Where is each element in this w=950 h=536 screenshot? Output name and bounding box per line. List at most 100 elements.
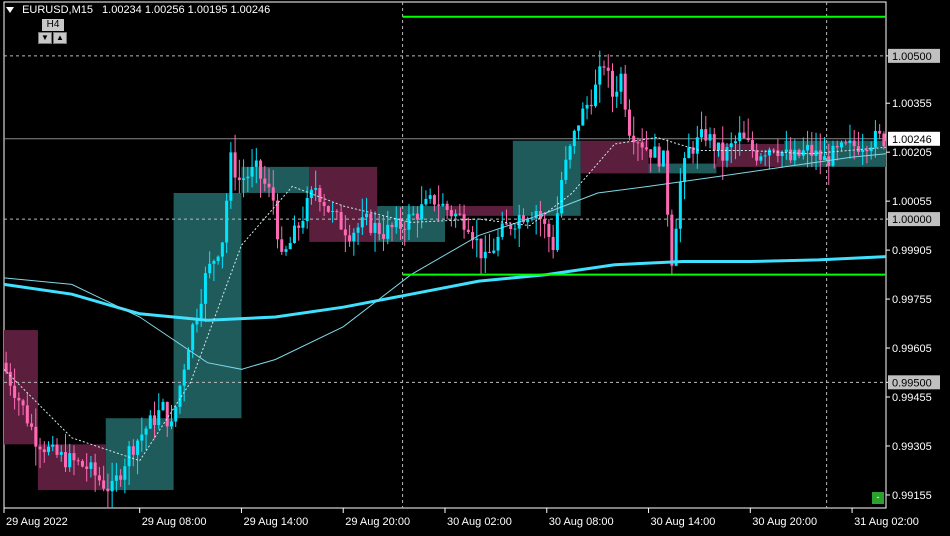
candle-body: [30, 423, 34, 427]
candle-body: [199, 303, 203, 319]
candle-body: [504, 223, 508, 225]
candle-body: [382, 234, 386, 239]
candle-body: [17, 397, 21, 401]
candle-body: [594, 84, 598, 107]
candle-body: [390, 224, 394, 228]
candle-body: [666, 150, 670, 215]
chart-canvas[interactable]: 1.00355 1.00205 1.00055 0.99905 0.99755 0.996…: [0, 0, 950, 531]
price-tick-label: 0.99755: [892, 294, 932, 306]
candle-body: [331, 211, 335, 213]
candle-body: [161, 401, 165, 411]
candle-body: [856, 146, 860, 152]
timeframe-up-button[interactable]: ▲: [53, 32, 67, 44]
candle-body: [377, 222, 381, 235]
candle-body: [844, 142, 848, 144]
candle-body: [695, 137, 699, 154]
candle-body: [674, 228, 678, 266]
candle-body: [203, 273, 207, 304]
candle-body: [191, 324, 195, 351]
candle-body: [174, 406, 178, 422]
candle-body: [551, 236, 555, 250]
candle-body: [729, 143, 733, 148]
candle-body: [220, 242, 224, 257]
candle-body: [386, 224, 390, 239]
candle-body: [157, 410, 161, 425]
chevron-down-icon[interactable]: [6, 7, 14, 14]
candle-body: [572, 130, 576, 147]
candle-body: [437, 204, 441, 206]
candle-body: [59, 452, 63, 455]
candle-body: [309, 189, 313, 199]
candle-body: [738, 132, 742, 142]
candle-body: [763, 155, 767, 157]
price-tick-label: 0.99305: [892, 441, 932, 453]
candle-body: [373, 222, 377, 233]
candle-body: [403, 228, 407, 230]
candle-body: [818, 150, 822, 160]
timeframe-down-button[interactable]: ▼: [38, 32, 52, 44]
candle-body: [254, 160, 258, 167]
candle-body: [708, 134, 712, 141]
candle-body: [869, 147, 873, 152]
price-tick-label: 1.00205: [892, 147, 932, 159]
candle-body: [492, 250, 496, 253]
timeframe-box: H4 ▼ ▲: [38, 19, 70, 46]
current-price-badge-label: 1.00246: [892, 134, 932, 146]
candle-body: [271, 187, 275, 201]
candle-body: [750, 140, 754, 151]
candle-body: [208, 263, 212, 274]
candle-body: [216, 256, 220, 262]
candle-body: [717, 142, 721, 151]
candle-body: [534, 211, 538, 219]
candle-body: [229, 152, 233, 201]
candle-body: [543, 219, 547, 224]
candle-body: [581, 108, 585, 126]
price-tick-label: 0.99605: [892, 343, 932, 355]
candle-body: [415, 213, 419, 220]
candle-body: [687, 147, 691, 159]
candle-body: [700, 129, 704, 138]
candle-body: [301, 221, 305, 228]
candle-body: [114, 475, 118, 481]
price-chart[interactable]: 1.00355 1.00205 1.00055 0.99905 0.99755 0.996…: [0, 0, 950, 531]
candle-body: [577, 125, 581, 131]
candle-body: [97, 475, 101, 481]
candle-body: [513, 228, 517, 230]
candle-body: [348, 235, 352, 242]
candle-body: [619, 73, 623, 92]
candle-body: [51, 444, 55, 447]
time-tick-label: 30 Aug 08:00: [549, 516, 614, 528]
price-tick-label: 0.99455: [892, 392, 932, 404]
candle-body: [119, 475, 123, 480]
candle-body: [131, 446, 135, 455]
candle-body: [560, 179, 564, 214]
price-tick-label: 0.99905: [892, 245, 932, 257]
candle-body: [38, 446, 42, 450]
candle-body: [85, 466, 89, 469]
candle-body: [789, 149, 793, 161]
candle-body: [568, 146, 572, 160]
candle-body: [806, 144, 810, 151]
candle-body: [848, 140, 852, 144]
candle-body: [63, 452, 67, 468]
candle-body: [322, 201, 326, 207]
candle-body: [564, 159, 568, 180]
price-tick-label: 0.99155: [892, 490, 932, 502]
time-tick-label: 31 Aug 02:00: [854, 516, 919, 528]
symbol-label: EURUSD,M15: [22, 4, 93, 16]
candle-body: [678, 181, 682, 229]
candle-body: [411, 213, 415, 215]
candle-body: [767, 149, 771, 156]
candle-body: [335, 211, 339, 213]
candle-body: [615, 91, 619, 97]
minimize-button[interactable]: -: [872, 492, 884, 504]
time-tick-label: 29 Aug 20:00: [345, 516, 410, 528]
candle-body: [13, 385, 17, 398]
candle-body: [488, 251, 492, 253]
candle-body: [68, 453, 72, 468]
candle-body: [280, 239, 284, 252]
price-level-badge-label: 1.00500: [892, 51, 932, 63]
candle-body: [793, 149, 797, 161]
candle-body: [644, 147, 648, 150]
candle-body: [263, 178, 267, 184]
